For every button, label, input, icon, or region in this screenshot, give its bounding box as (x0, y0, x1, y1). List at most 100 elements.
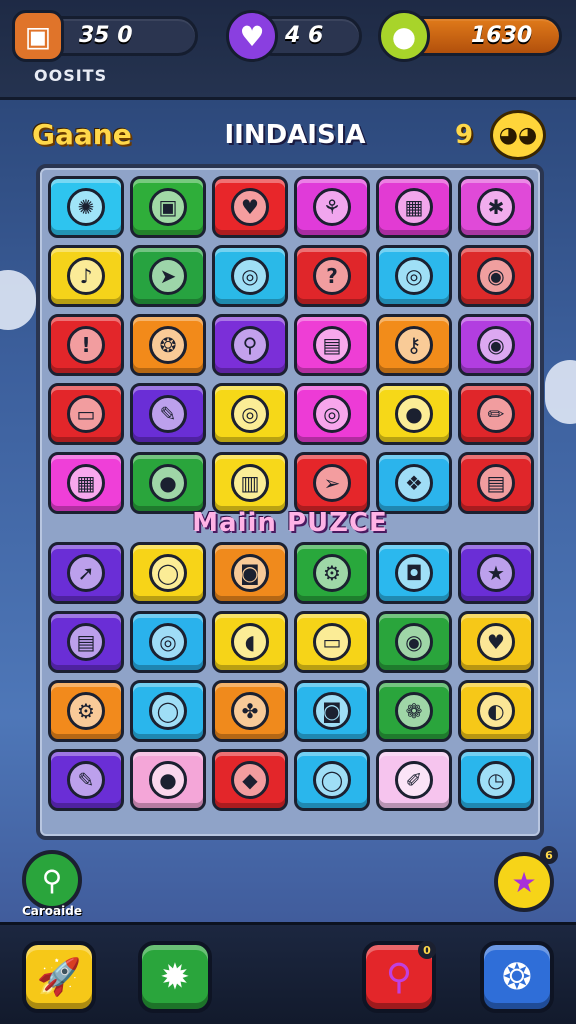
puzzle-tile[interactable]: ◙ (294, 680, 370, 742)
puzzle-tile[interactable]: ◉ (458, 245, 534, 307)
puzzle-tile[interactable]: ✤ (212, 680, 288, 742)
puzzle-tile[interactable]: ▤ (294, 314, 370, 376)
star-icon: ★ (477, 554, 515, 592)
puzzle-tile[interactable]: ◙ (212, 542, 288, 604)
puzzle-tile[interactable]: ? (294, 245, 370, 307)
star-blob-icon: ✱ (477, 188, 515, 226)
puzzle-tile[interactable]: ▤ (48, 611, 124, 673)
puzzle-tile[interactable]: ◉ (376, 611, 452, 673)
puzzle-tile[interactable]: ● (130, 452, 206, 514)
puzzle-tile[interactable]: ✎ (130, 383, 206, 445)
ring-icon: ◎ (231, 395, 269, 433)
bottom-tile-grid: ➚ ◯ ◙ ⚙ ◘ ★ ▤ ◎ ◖ ▭ ◉ ♥ ⚙ ◯ ✤ ◙ ❁ ◐ ✎ ● ◆ ◯ ✐ ◷ (48, 542, 534, 811)
puzzle-tile[interactable]: ◯ (130, 542, 206, 604)
puzzle-tile[interactable]: ◎ (212, 245, 288, 307)
sun-mascot-icon[interactable]: ◕◕ (490, 110, 546, 160)
puzzle-tile[interactable]: ◯ (130, 680, 206, 742)
puzzle-tile[interactable]: ▣ (130, 176, 206, 238)
bomb-booster-button[interactable]: ✹ (138, 941, 212, 1013)
rocket-booster-button[interactable]: 🚀 (22, 941, 96, 1013)
puzzle-tile[interactable]: ◖ (212, 611, 288, 673)
puzzle-tile[interactable]: ! (48, 314, 124, 376)
ladybug-icon: ● (149, 761, 187, 799)
puzzle-tile[interactable]: ⚙ (48, 680, 124, 742)
bag-icon: ◘ (395, 554, 433, 592)
tulip-icon: ⚘ (313, 188, 351, 226)
puzzle-tile[interactable]: ▭ (48, 383, 124, 445)
puzzle-tile[interactable]: ⚲ (212, 314, 288, 376)
puzzle-tile[interactable]: ● (130, 749, 206, 811)
rocket-icon: 🚀 (36, 957, 82, 998)
puzzle-tile[interactable]: ◐ (458, 680, 534, 742)
radio-icon: ▦ (67, 464, 105, 502)
puzzle-tile[interactable]: ● (376, 383, 452, 445)
puzzle-tile[interactable]: ♥ (458, 611, 534, 673)
puzzle-tile[interactable]: ◘ (376, 542, 452, 604)
yarn-ball-icon: ✺ (67, 188, 105, 226)
notepad-icon: ▤ (67, 623, 105, 661)
key-icon: ⚷ (395, 326, 433, 364)
diamond-icon: ◆ (231, 761, 269, 799)
puzzle-tile[interactable]: ✎ (48, 749, 124, 811)
cloud-left (0, 270, 36, 330)
puzzle-tile[interactable]: ◆ (212, 749, 288, 811)
puzzle-tile[interactable]: ✺ (48, 176, 124, 238)
star-bonus-badge: 6 (540, 846, 558, 864)
puzzle-tile[interactable]: ▦ (376, 176, 452, 238)
puzzle-tile[interactable]: ➤ (130, 245, 206, 307)
puzzle-tile[interactable]: ⚙ (294, 542, 370, 604)
pen-icon: ✏ (477, 395, 515, 433)
star-icon: ★ (511, 865, 537, 899)
ring-icon: ◯ (149, 554, 187, 592)
puzzle-tile[interactable]: ❁ (376, 680, 452, 742)
exclamation-icon: ! (67, 326, 105, 364)
puzzle-tile[interactable]: ▥ (212, 452, 288, 514)
coin-icon: ● (378, 10, 430, 62)
puzzle-tile[interactable]: ➚ (48, 542, 124, 604)
button-icon: ◉ (395, 623, 433, 661)
puzzle-tile[interactable]: ♪ (48, 245, 124, 307)
pencil-icon: ✎ (149, 395, 187, 433)
puzzle-tile[interactable]: ★ (458, 542, 534, 604)
clock-icon: ◷ (477, 761, 515, 799)
puzzle-tile[interactable]: ▤ (458, 452, 534, 514)
puzzle-tile[interactable]: ➢ (294, 452, 370, 514)
header-count: 9 (455, 120, 474, 150)
puzzle-tile[interactable]: ◎ (130, 611, 206, 673)
puzzle-tile[interactable]: ◯ (294, 749, 370, 811)
camera-icon: ◙ (313, 692, 351, 730)
puzzle-board: ✺ ▣ ♥ ⚘ ▦ ✱ ♪ ➤ ◎? ◎ ◉! ❂ ⚲ ▤ ⚷ ◉ ▭ ✎ ◎ ◎ ● ✏ ▦ ● ▥ ➢ ❖ ▤ Maiin PUZ… (36, 164, 544, 840)
search-booster-badge: 0 (418, 941, 436, 959)
puzzle-tile[interactable]: ◉ (458, 314, 534, 376)
settings-button[interactable]: ❂ (480, 941, 554, 1013)
game-title: Gaane (32, 118, 132, 151)
bottom-bar: 🚀 ✹ ⚲ 0 ❂ (0, 922, 576, 1024)
puzzle-tile[interactable]: ♥ (212, 176, 288, 238)
camera-icon: ◙ (231, 554, 269, 592)
puzzle-tile[interactable]: ✐ (376, 749, 452, 811)
question-icon: ? (313, 257, 351, 295)
target-icon: ◎ (313, 395, 351, 433)
cassette-icon: ▭ (67, 395, 105, 433)
ring-icon: ◯ (149, 692, 187, 730)
puzzle-tile[interactable]: ▦ (48, 452, 124, 514)
gem-icon: ♥ (226, 10, 278, 62)
puzzle-tile[interactable]: ❂ (130, 314, 206, 376)
hint-magnifier-button[interactable]: ⚲ (22, 850, 82, 910)
hint-label: Caroaide (21, 904, 82, 918)
puzzle-tile[interactable]: ⚷ (376, 314, 452, 376)
puzzle-tile[interactable]: ◎ (294, 383, 370, 445)
heart-icon: ♥ (231, 188, 269, 226)
puzzle-tile[interactable]: ▭ (294, 611, 370, 673)
puzzle-tile[interactable]: ⚘ (294, 176, 370, 238)
puzzle-tile[interactable]: ✱ (458, 176, 534, 238)
puzzle-tile[interactable]: ◷ (458, 749, 534, 811)
puzzle-tile[interactable]: ◎ (376, 245, 452, 307)
puzzle-tile[interactable]: ◎ (212, 383, 288, 445)
battery-icon: ▭ (313, 623, 351, 661)
puzzle-tile[interactable]: ❖ (376, 452, 452, 514)
puzzle-tile[interactable]: ✏ (458, 383, 534, 445)
clipboard-icon: ▤ (313, 326, 351, 364)
ring-icon: ◎ (231, 257, 269, 295)
paper-plane-icon: ➢ (313, 464, 351, 502)
